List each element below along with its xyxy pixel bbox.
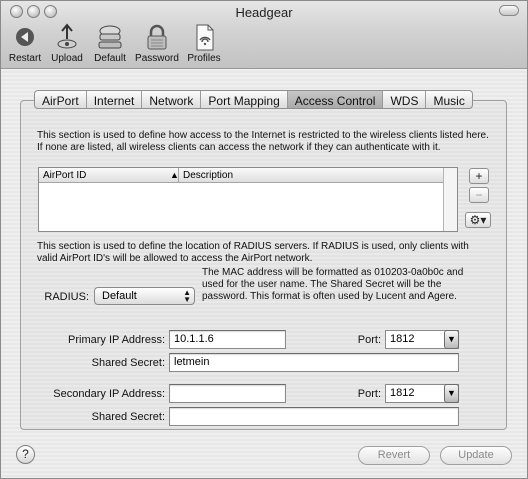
list-scrollbar[interactable] — [443, 168, 457, 231]
radius-note: The MAC address will be formatted as 010… — [202, 267, 464, 302]
tab-bar: AirPort Internet Network Port Mapping Ac… — [34, 90, 473, 109]
secondary-secret-label: Shared Secret: — [91, 411, 165, 423]
secondary-ip-label: Secondary IP Address: — [53, 388, 165, 400]
action-menu-button[interactable]: ⚙▾ — [465, 212, 491, 228]
profiles-icon — [189, 23, 219, 51]
restart-icon — [10, 23, 40, 51]
tab-music[interactable]: Music — [426, 91, 471, 108]
secondary-port-combo[interactable]: 1812 ▼ — [385, 384, 459, 403]
toolbar-toggle-button[interactable] — [499, 5, 519, 16]
primary-ip-field[interactable]: 10.1.1.6 — [169, 330, 286, 349]
column-airport-id[interactable]: AirPort ID — [43, 170, 86, 181]
help-button[interactable]: ? — [16, 445, 35, 464]
lock-icon — [142, 23, 172, 51]
tab-internet[interactable]: Internet — [87, 91, 143, 108]
up-down-arrows-icon: ▲ ▼ — [183, 288, 191, 304]
tab-network[interactable]: Network — [142, 91, 202, 108]
primary-ip-label: Primary IP Address: — [68, 334, 165, 346]
password-label: Password — [135, 53, 179, 64]
upload-icon — [52, 23, 82, 51]
radius-value: Default — [102, 290, 137, 302]
gear-icon: ⚙▾ — [469, 213, 487, 227]
secondary-port-label: Port: — [357, 388, 381, 400]
column-divider — [178, 168, 179, 183]
profiles-button[interactable]: Profiles — [185, 23, 223, 64]
radius-popup[interactable]: Default ▲ ▼ — [94, 287, 195, 305]
password-button[interactable]: Password — [135, 23, 179, 64]
secondary-secret-field[interactable] — [169, 407, 459, 426]
restart-button[interactable]: Restart — [5, 23, 45, 64]
access-description: This section is used to define how acces… — [37, 130, 489, 153]
remove-entry-button[interactable]: − — [469, 187, 489, 203]
access-list[interactable]: AirPort ID ▲ Description — [38, 167, 458, 232]
radius-label: RADIUS: — [44, 291, 89, 303]
chevron-down-icon[interactable]: ▼ — [444, 330, 459, 349]
secondary-port-value: 1812 — [390, 387, 415, 399]
restart-label: Restart — [8, 53, 42, 64]
default-icon — [95, 23, 125, 51]
radius-description: This section is used to define the locat… — [37, 241, 469, 264]
primary-port-value: 1812 — [390, 333, 415, 345]
upload-button[interactable]: Upload — [49, 23, 85, 64]
revert-button[interactable]: Revert — [358, 446, 430, 465]
default-button[interactable]: Default — [91, 23, 129, 64]
primary-secret-label: Shared Secret: — [91, 357, 165, 369]
upload-label: Upload — [51, 53, 83, 64]
chevron-down-icon[interactable]: ▼ — [444, 384, 459, 403]
primary-secret-field[interactable]: letmein — [169, 353, 459, 372]
primary-port-label: Port: — [357, 334, 381, 346]
tab-wds[interactable]: WDS — [383, 91, 427, 108]
window-title: Headgear — [235, 5, 293, 20]
column-description[interactable]: Description — [183, 170, 233, 181]
title-bar: Headgear Restart Upload Default Password… — [1, 1, 527, 69]
update-button[interactable]: Update — [440, 446, 512, 465]
list-header: AirPort ID ▲ Description — [39, 168, 457, 183]
profiles-label: Profiles — [187, 53, 221, 64]
app-window: Headgear Restart Upload Default Password… — [0, 0, 528, 479]
tab-access-control[interactable]: Access Control — [287, 91, 384, 108]
default-label: Default — [94, 53, 126, 64]
primary-port-combo[interactable]: 1812 ▼ — [385, 330, 459, 349]
tab-port-mapping[interactable]: Port Mapping — [201, 91, 288, 108]
add-entry-button[interactable]: + — [469, 168, 489, 184]
secondary-ip-field[interactable] — [169, 384, 286, 403]
tab-airport[interactable]: AirPort — [35, 91, 87, 108]
